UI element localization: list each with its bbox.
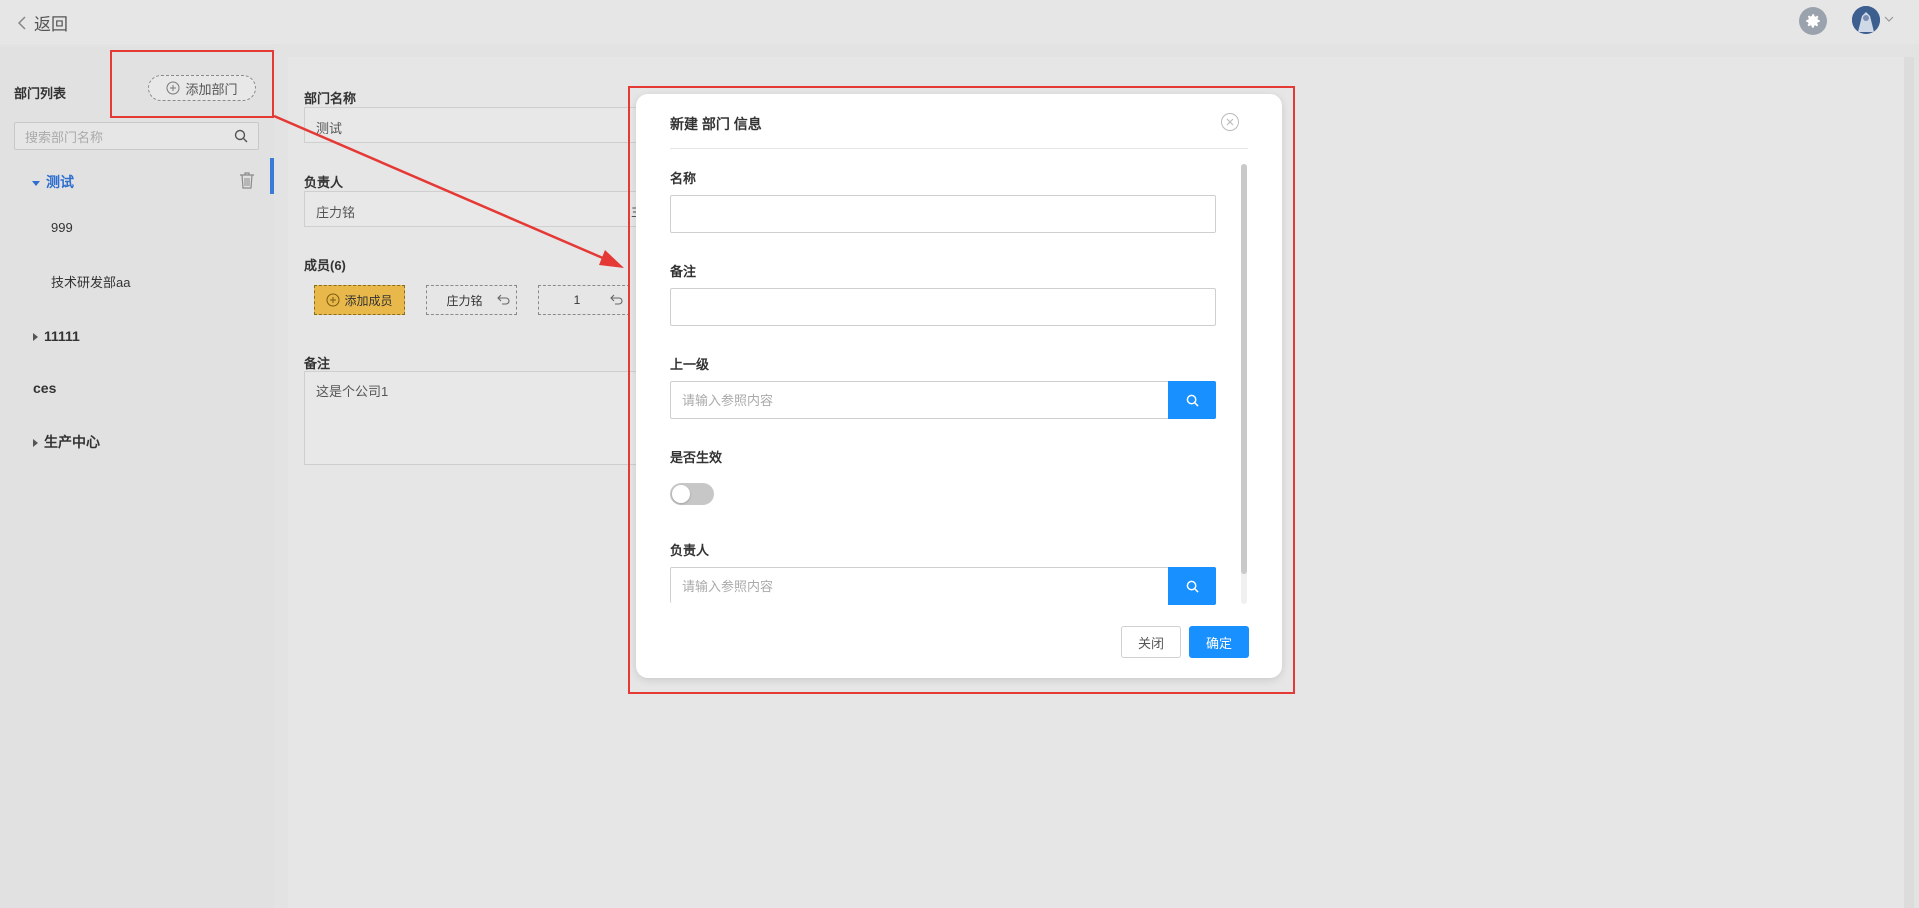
caret-right-icon[interactable]	[33, 333, 38, 342]
avatar-image-icon	[1852, 6, 1880, 34]
search-icon[interactable]	[234, 129, 248, 143]
plus-circle-icon	[326, 293, 340, 307]
back-label: 返回	[34, 15, 68, 34]
chevron-left-icon	[17, 15, 26, 30]
top-bar: 返回	[0, 0, 1919, 44]
tree-item-label: 999	[51, 220, 73, 235]
undo-icon[interactable]	[497, 294, 510, 306]
caret-down-icon[interactable]	[32, 180, 40, 186]
undo-icon[interactable]	[610, 294, 623, 306]
sidebar-title: 部门列表	[14, 86, 67, 101]
tree-item-ceshi[interactable]: 测试	[32, 172, 74, 192]
department-search-input[interactable]	[15, 123, 227, 151]
trash-icon[interactable]	[239, 171, 255, 189]
chevron-down-icon[interactable]	[1884, 14, 1894, 24]
member-chip[interactable]: 1	[538, 285, 630, 315]
tree-item-999[interactable]: 999	[51, 220, 73, 235]
annotation-box-dialog	[628, 86, 1295, 694]
member-name: 庄力铭	[446, 293, 483, 308]
leader-field[interactable]: 庄力铭	[304, 191, 644, 227]
member-name: 1	[573, 293, 581, 307]
dept-name-field[interactable]: 测试	[304, 107, 644, 143]
back-button[interactable]: 返回	[16, 10, 68, 35]
caret-right-icon[interactable]	[33, 439, 38, 448]
gear-icon	[1806, 14, 1820, 28]
add-member-label: 添加成员	[344, 293, 393, 308]
tree-item-production-center[interactable]: 生产中心	[33, 432, 100, 452]
add-member-button[interactable]: 添加成员	[314, 285, 405, 315]
tree-item-label: 测试	[46, 174, 74, 190]
tree-item-label: 11111	[44, 328, 80, 344]
tree-item-11111[interactable]: 11111	[33, 328, 80, 344]
member-chip[interactable]: 庄力铭	[426, 285, 517, 315]
tree-item-label: 生产中心	[44, 434, 100, 450]
user-avatar[interactable]	[1852, 6, 1880, 34]
settings-button[interactable]	[1799, 7, 1827, 35]
remark-field[interactable]: 这是个公司1	[304, 371, 644, 465]
tree-item-label: 技术研发部aa	[51, 275, 131, 290]
tree-item-ces[interactable]: ces	[33, 380, 56, 396]
annotation-box-add-button	[110, 50, 274, 118]
department-search	[14, 122, 259, 151]
remark-label: 备注	[304, 356, 331, 371]
tree-item-label: ces	[33, 380, 57, 396]
active-indicator	[270, 158, 274, 194]
dept-name-label: 部门名称	[304, 91, 357, 106]
department-sidebar: 部门列表 添加部门 测试 999 技术研发部aa 11111 ces 生产中心	[0, 47, 274, 908]
page-scrollbar[interactable]	[1904, 57, 1914, 908]
members-label: 成员(6)	[304, 258, 346, 273]
tree-item-tech-rd[interactable]: 技术研发部aa	[51, 272, 130, 291]
leader-label: 负责人	[304, 175, 344, 190]
